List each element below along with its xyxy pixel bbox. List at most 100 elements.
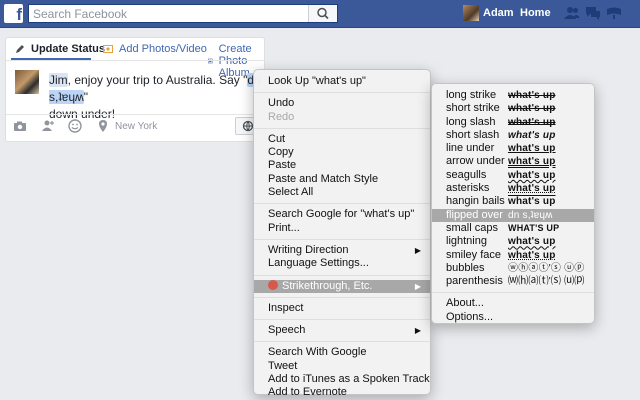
composer-avatar [15,70,39,94]
menu-item-writing-direction[interactable]: Writing Direction ▶ [254,244,430,257]
menu-item-search-with-google[interactable]: Search With Google [254,346,430,359]
status-text-quote: " [83,90,88,104]
strikethrough-extension-icon [268,279,278,290]
submenu-item-smiley-face[interactable]: smiley face what's up [432,249,594,262]
menu-item-strikethrough-etc[interactable]: Strikethrough, Etc. ▶ [254,279,430,293]
pencil-icon [16,45,24,53]
submenu-item-preview: ⒲⒣⒜⒯'⒮ ⒰⒫ [508,276,585,288]
submenu-item-preview: what's up [508,249,556,261]
submenu-item-name: arrow under [446,155,505,168]
submenu-item-line-under[interactable]: line under what's up [432,142,594,155]
search-button[interactable] [308,5,337,22]
menu-item-language-settings[interactable]: Language Settings... [254,257,430,270]
facebook-logo-icon[interactable]: f [4,4,23,23]
menu-item-select-all[interactable]: Select All [254,186,430,199]
submenu-item-preview: dn s,ʇɐɥʍ [508,209,553,221]
context-menu: Look Up "what's up" Undo Redo Cut Copy P… [253,69,431,398]
album-icon [208,58,213,64]
submenu-item-bubbles[interactable]: bubbles ⓦⓗⓐⓣ'ⓢ ⓤⓟ [432,262,594,275]
location-pin-icon[interactable] [96,119,110,133]
submenu-item-long-slash[interactable]: long slash what's up [432,116,594,129]
composer-divider [6,114,264,115]
submenu-item-preview: ⓦⓗⓐⓣ'ⓢ ⓤⓟ [508,262,585,274]
submenu-item-short-strike[interactable]: short strike what's up [432,102,594,115]
submenu-item-name: seagulls [446,168,487,181]
menu-separator [254,127,430,129]
menu-item-cut[interactable]: Cut [254,133,430,146]
notifications-icon[interactable] [606,6,622,20]
search-icon [317,7,329,20]
menu-item-add-to-evernote[interactable]: Add to Evernote [254,386,430,399]
submenu-item-arrow-under[interactable]: arrow under what's up [432,155,594,168]
submenu-item-preview: what's up [508,116,556,128]
submenu-item-lightning[interactable]: lightning what's up [432,235,594,248]
menu-item-writing-direction-label: Writing Direction [268,243,349,256]
menu-separator [254,341,430,343]
submenu-item-name: hangin bails [446,195,505,208]
menu-separator [254,92,430,94]
submenu-item-name: short strike [446,102,500,115]
home-link[interactable]: Home [520,7,551,19]
submenu-item-name: line under [446,142,495,155]
status-text-part: , enjoy your trip to Australia. Say " [67,73,248,87]
submenu-item-short-slash[interactable]: short slash what's up [432,129,594,142]
strikethrough-submenu: long strike what's up short strike what'… [431,83,595,324]
submenu-item-parenthesis[interactable]: parenthesis ⒲⒣⒜⒯'⒮ ⒰⒫ [432,275,594,288]
submenu-item-seagulls[interactable]: seagulls what's up [432,169,594,182]
menu-separator [254,296,430,298]
submenu-item-name: lightning [446,235,487,248]
menu-item-speech[interactable]: Speech ▶ [254,324,430,337]
mention-tag[interactable]: Jim [49,73,68,87]
user-avatar[interactable] [463,5,479,21]
menu-item-speech-label: Speech [268,324,306,337]
tab-add-photos-video[interactable]: Add Photos/Video [103,43,207,55]
top-navigation-bar: f Adam Home [0,0,640,28]
tab-update-status[interactable]: Update Status [15,43,105,55]
messages-icon[interactable] [585,6,601,20]
submenu-item-preview: what's up [508,183,556,195]
submenu-item-name: long strike [446,89,497,101]
submenu-item-preview: what's up [508,103,556,115]
search-box [28,4,338,23]
tab-update-status-label: Update Status [31,43,105,55]
location-label[interactable]: New York [115,121,157,132]
menu-item-inspect[interactable]: Inspect [254,302,430,315]
menu-item-copy[interactable]: Copy [254,146,430,159]
submenu-item-flipped-over[interactable]: flipped over dn s,ʇɐɥʍ [432,208,594,222]
submenu-item-name: long slash [446,115,496,128]
menu-separator [432,292,594,294]
menu-item-paste-match-style[interactable]: Paste and Match Style [254,173,430,186]
submenu-item-options[interactable]: Options... [432,311,594,324]
search-input[interactable] [29,5,313,22]
menu-item-tweet[interactable]: Tweet [254,360,430,373]
submenu-item-preview: what's up [508,236,556,248]
friend-requests-icon[interactable] [564,6,580,20]
submenu-arrow-icon: ▶ [414,326,421,336]
menu-separator [254,203,430,205]
menu-item-undo[interactable]: Undo [254,97,430,110]
submenu-item-hangin-bails[interactable]: hangin bails what's up [432,195,594,208]
camera-icon[interactable] [13,119,27,133]
status-text-field[interactable]: Jim, enjoy your trip to Australia. Say "… [49,72,264,123]
submenu-item-about[interactable]: About... [432,297,594,310]
submenu-item-name: parenthesis [446,275,503,288]
tab-add-photos-video-label: Add Photos/Video [119,43,207,55]
submenu-item-long-strike[interactable]: long strike what's up [432,89,594,102]
menu-item-add-to-itunes[interactable]: Add to iTunes as a Spoken Track [254,373,430,386]
menu-item-look-up[interactable]: Look Up "what's up" [254,75,430,88]
photo-icon [103,45,113,53]
submenu-item-preview: what's up [508,90,556,101]
submenu-item-asterisks[interactable]: asterisks what's up [432,182,594,195]
tab-divider [6,60,264,61]
menu-item-paste[interactable]: Paste [254,159,430,172]
menu-item-search-google[interactable]: Search Google for "what's up" [254,208,430,221]
menu-item-print[interactable]: Print... [254,222,430,235]
submenu-item-name: smiley face [446,248,502,261]
feeling-icon[interactable] [68,119,82,133]
submenu-item-preview: what's up [508,156,556,168]
submenu-item-small-caps[interactable]: small caps WHAT'S UP [432,222,594,235]
tag-people-icon[interactable] [41,119,55,133]
submenu-item-preview: WHAT'S UP [508,222,560,233]
menu-separator [254,274,430,276]
profile-link[interactable]: Adam [483,7,514,19]
